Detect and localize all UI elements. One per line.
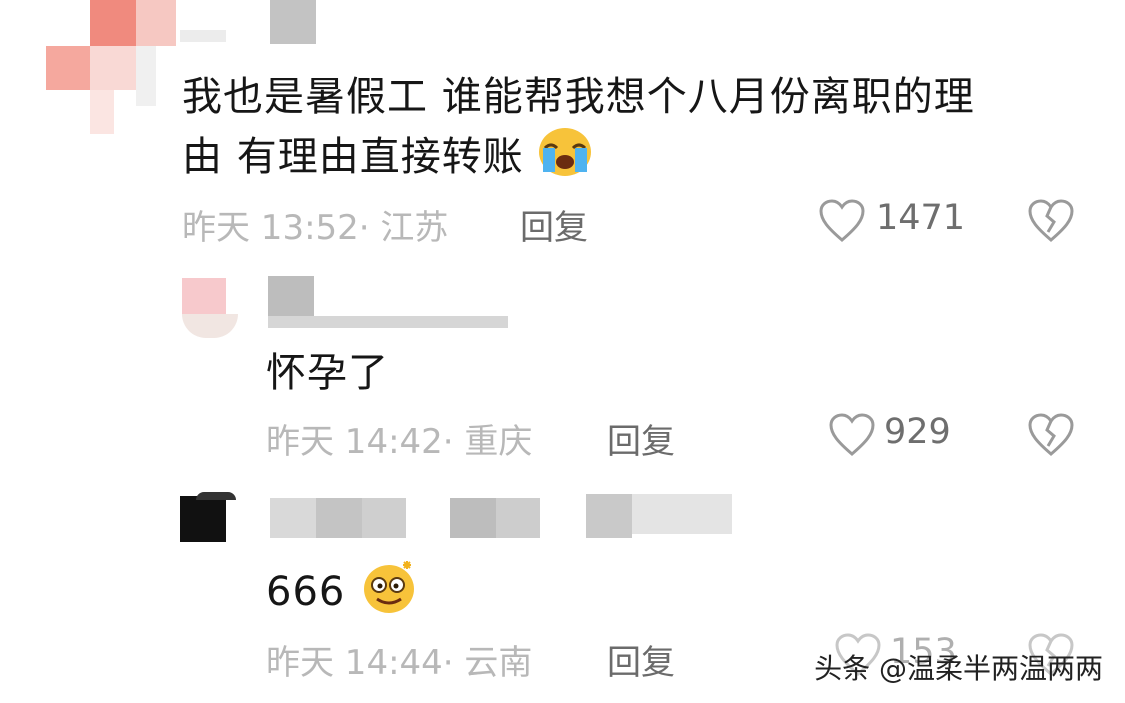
like-button[interactable]: 929 — [828, 410, 968, 460]
crying-face-icon — [537, 126, 593, 194]
avatar[interactable] — [182, 278, 238, 338]
reply-button[interactable]: 回复 — [607, 414, 675, 463]
comment-location: · 云南 — [442, 643, 533, 683]
comment-meta: 昨天 14:42· 重庆 — [266, 414, 532, 463]
comment-text: 我也是暑假工 谁能帮我想个八月份离职的理 由 有理由直接转账 — [182, 68, 975, 194]
comment-text: 怀孕了 — [266, 350, 389, 396]
comment-text: 666 — [266, 557, 419, 631]
comment-time: 昨天 14:44 — [266, 643, 443, 683]
username[interactable] — [180, 0, 320, 44]
dislike-broken-heart-icon[interactable] — [1027, 412, 1075, 462]
comment-time: 昨天 14:42 — [266, 422, 443, 462]
reply-button[interactable]: 回复 — [607, 635, 675, 684]
username[interactable] — [270, 494, 750, 540]
heart-icon — [818, 198, 866, 248]
heart-icon — [828, 412, 876, 462]
reply-button[interactable]: 回复 — [520, 200, 588, 249]
watermark: 头条 @温柔半两温两两 — [814, 652, 1103, 685]
comment-meta: 昨天 14:44· 云南 — [266, 635, 532, 684]
like-count: 1471 — [876, 198, 966, 238]
avatar[interactable] — [180, 492, 236, 552]
username[interactable] — [268, 276, 518, 332]
comment-text-line2: 由 有理由直接转账 — [182, 134, 524, 180]
dislike-broken-heart-icon[interactable] — [1027, 198, 1075, 248]
like-count: 929 — [884, 412, 951, 452]
comment-time: 昨天 13:52 — [182, 208, 359, 248]
comment-location: · 江苏 — [358, 208, 449, 248]
like-button[interactable]: 1471 — [818, 196, 968, 246]
comment-text-value: 666 — [266, 569, 346, 615]
avatar[interactable] — [46, 0, 176, 135]
dizzy-smile-face-icon — [359, 557, 419, 631]
comment-location: · 重庆 — [442, 422, 533, 462]
comment-meta: 昨天 13:52· 江苏 — [182, 200, 448, 249]
comment-text-line1: 我也是暑假工 谁能帮我想个八月份离职的理 — [182, 74, 975, 120]
